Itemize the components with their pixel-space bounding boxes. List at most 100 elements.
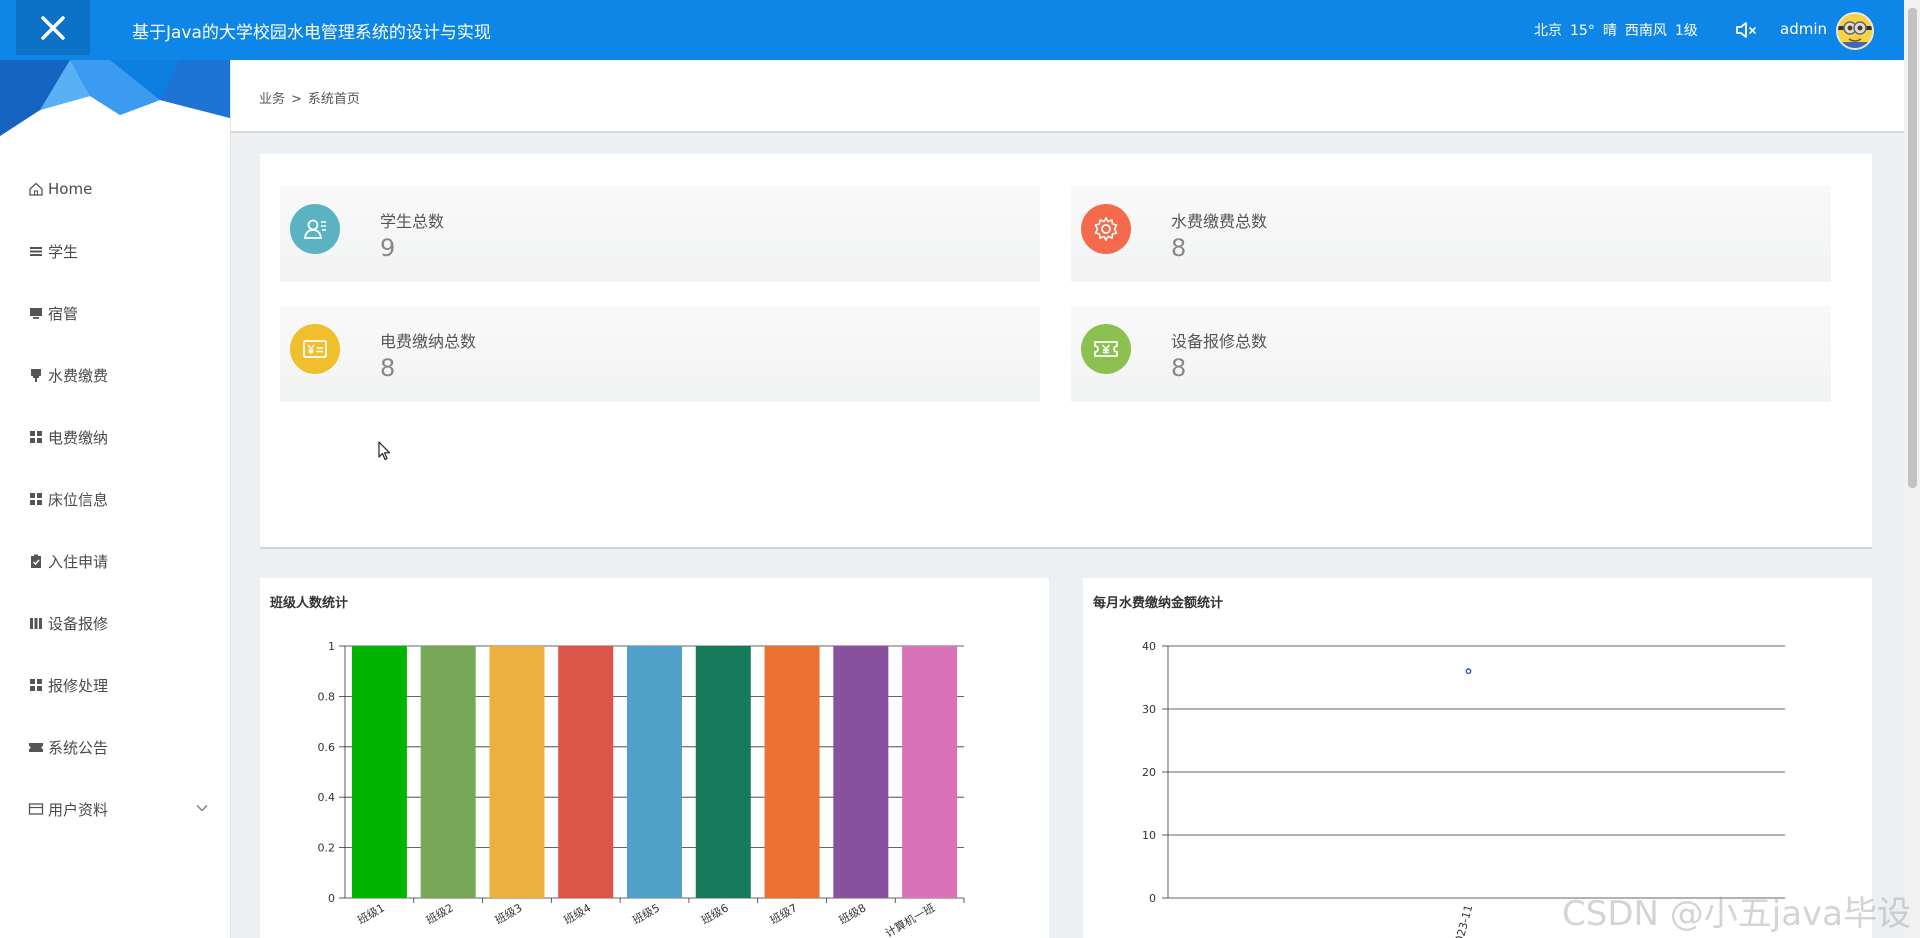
y-tick-label: 30 bbox=[1142, 703, 1156, 716]
sidebar-item-home[interactable]: Home bbox=[0, 158, 230, 220]
y-tick-label: 1 bbox=[328, 640, 335, 653]
bar bbox=[489, 646, 545, 898]
user-name[interactable]: admin bbox=[1780, 20, 1827, 38]
avatar[interactable] bbox=[1836, 12, 1874, 50]
breadcrumb-bar: 业务 > 系统首页 bbox=[231, 60, 1904, 133]
stat-value: 9 bbox=[380, 234, 396, 262]
chevron-down-icon bbox=[196, 805, 208, 812]
breadcrumb-separator: > bbox=[291, 92, 302, 107]
weather-temp: 15° bbox=[1570, 23, 1595, 39]
app-title: 基于Java的大学校园水电管理系统的设计与实现 bbox=[132, 23, 491, 43]
class-count-chart-panel: 班级人数统计 0 0.2 0.4 0.6 0.8 1 班级1 班级2 班级3 班级4 班级5 班级6 班… bbox=[260, 578, 1049, 938]
sidebar-item-electric-fee[interactable]: 电费缴纳 bbox=[0, 406, 230, 468]
weather-widget: 北京 15° 晴西南风 1级 bbox=[1534, 20, 1706, 40]
x-tick-label: 班级4 bbox=[562, 901, 594, 927]
sidebar-item-bed-info[interactable]: 床位信息 bbox=[0, 468, 230, 530]
stat-card-students: 学生总数 9 bbox=[280, 186, 1040, 282]
list-icon bbox=[28, 243, 44, 259]
sidebar-item-label: Home bbox=[48, 180, 93, 198]
stat-value: 8 bbox=[1171, 354, 1187, 382]
weather-level: 1级 bbox=[1674, 23, 1698, 39]
sidebar-menu: Home 学生 宿管 水费缴费 电费缴纳 床位信息 入住申请 设备报修 报修处理… bbox=[0, 158, 230, 840]
breadcrumb-parent[interactable]: 业务 bbox=[259, 92, 285, 107]
sidebar-item-label: 学生 bbox=[48, 242, 79, 261]
yen-ticket-icon bbox=[1081, 324, 1131, 374]
stat-value: 8 bbox=[380, 354, 396, 382]
x-tick-label: 班级5 bbox=[630, 901, 662, 927]
ticket-icon bbox=[28, 739, 44, 755]
user-card-icon bbox=[290, 204, 340, 254]
stat-value: 8 bbox=[1171, 234, 1187, 262]
sidebar: Home 学生 宿管 水费缴费 电费缴纳 床位信息 入住申请 设备报修 报修处理… bbox=[0, 60, 231, 938]
sidebar-item-label: 电费缴纳 bbox=[48, 428, 109, 447]
top-header: 基于Java的大学校园水电管理系统的设计与实现 北京 15° 晴西南风 1级 admi… bbox=[0, 0, 1904, 60]
sidebar-item-student[interactable]: 学生 bbox=[0, 220, 230, 282]
line-chart: 0 10 20 30 40 023-11 bbox=[1142, 640, 1785, 938]
stat-card-water-fee: 水费缴费总数 8 bbox=[1071, 186, 1831, 282]
y-tick-label: 0.6 bbox=[318, 741, 336, 754]
sidebar-item-label: 宿管 bbox=[48, 304, 79, 323]
bar bbox=[626, 646, 683, 898]
close-menu-button[interactable] bbox=[16, 0, 90, 55]
close-icon bbox=[41, 15, 65, 40]
y-tick-label: 20 bbox=[1142, 766, 1156, 779]
stat-label: 水费缴费总数 bbox=[1171, 212, 1268, 231]
sidebar-item-dorm-manager[interactable]: 宿管 bbox=[0, 282, 230, 344]
stat-card-electric-fee: 电费缴纳总数 8 bbox=[280, 306, 1040, 402]
bar-chart: 0 0.2 0.4 0.6 0.8 1 班级1 班级2 班级3 班级4 班级5 班级6 班级7 班级8 计算… bbox=[318, 640, 965, 938]
y-tick-label: 0.2 bbox=[318, 842, 336, 855]
home-icon bbox=[28, 181, 44, 197]
sidebar-item-user-profile[interactable]: 用户资料 bbox=[0, 778, 230, 840]
bar bbox=[695, 646, 751, 898]
weather-city: 北京 bbox=[1534, 23, 1562, 39]
breadcrumb: 业务 > 系统首页 bbox=[259, 88, 360, 107]
x-tick-label: 班级3 bbox=[493, 901, 525, 927]
sidebar-item-label: 用户资料 bbox=[48, 800, 109, 819]
x-tick-label: 023-11 bbox=[1453, 903, 1476, 938]
y-tick-label: 0.4 bbox=[318, 791, 336, 804]
bars-icon bbox=[28, 615, 44, 631]
scrollbar-thumb[interactable] bbox=[1908, 8, 1917, 488]
y-tick-label: 0 bbox=[328, 892, 335, 905]
sidebar-item-label: 床位信息 bbox=[48, 490, 109, 509]
weather-wind: 西南风 bbox=[1624, 23, 1667, 39]
x-tick-label: 计算机一班 bbox=[882, 900, 937, 938]
bar bbox=[420, 646, 476, 898]
y-tick-label: 0.8 bbox=[318, 690, 336, 703]
y-tick-label: 40 bbox=[1142, 640, 1156, 653]
bar bbox=[351, 646, 407, 898]
yen-card-icon bbox=[290, 324, 340, 374]
minion-avatar-icon bbox=[1838, 14, 1872, 48]
breadcrumb-current: 系统首页 bbox=[307, 92, 360, 107]
data-point bbox=[1465, 668, 1472, 675]
stat-label: 学生总数 bbox=[380, 212, 445, 231]
sidebar-item-water-fee[interactable]: 水费缴费 bbox=[0, 344, 230, 406]
grid-icon bbox=[28, 677, 44, 693]
stat-label: 设备报修总数 bbox=[1171, 332, 1268, 351]
pin-icon bbox=[28, 367, 44, 383]
bar bbox=[902, 646, 958, 898]
sidebar-item-label: 设备报修 bbox=[48, 614, 109, 633]
page-scrollbar[interactable] bbox=[1904, 0, 1920, 938]
sidebar-item-label: 报修处理 bbox=[48, 676, 109, 695]
clipboard-icon bbox=[28, 553, 44, 569]
sidebar-item-label: 水费缴费 bbox=[48, 366, 109, 385]
stats-panel: 学生总数 9 水费缴费总数 8 电费缴纳总数 8 设备报修总数 8 bbox=[260, 154, 1872, 549]
sidebar-item-checkin-request[interactable]: 入住申请 bbox=[0, 530, 230, 592]
sidebar-item-label: 系统公告 bbox=[48, 738, 109, 757]
sidebar-item-label: 入住申请 bbox=[48, 552, 109, 571]
bar bbox=[764, 646, 820, 898]
y-tick-label: 0 bbox=[1149, 892, 1156, 905]
sidebar-item-announcement[interactable]: 系统公告 bbox=[0, 716, 230, 778]
gear-icon bbox=[1081, 204, 1131, 254]
x-tick-label: 班级1 bbox=[355, 901, 387, 927]
sidebar-item-repair-handling[interactable]: 报修处理 bbox=[0, 654, 230, 716]
x-tick-label: 班级7 bbox=[768, 901, 800, 927]
sidebar-item-equipment-repair[interactable]: 设备报修 bbox=[0, 592, 230, 654]
x-tick-label: 班级2 bbox=[424, 901, 456, 927]
mute-speaker-icon[interactable] bbox=[1734, 18, 1758, 42]
stat-card-equipment-repair: 设备报修总数 8 bbox=[1071, 306, 1831, 402]
water-fee-monthly-chart-panel: 每月水费缴纳金额统计 0 10 20 30 40 023-11 bbox=[1083, 578, 1872, 938]
x-tick-label: 班级8 bbox=[837, 901, 869, 927]
bar bbox=[833, 646, 889, 898]
